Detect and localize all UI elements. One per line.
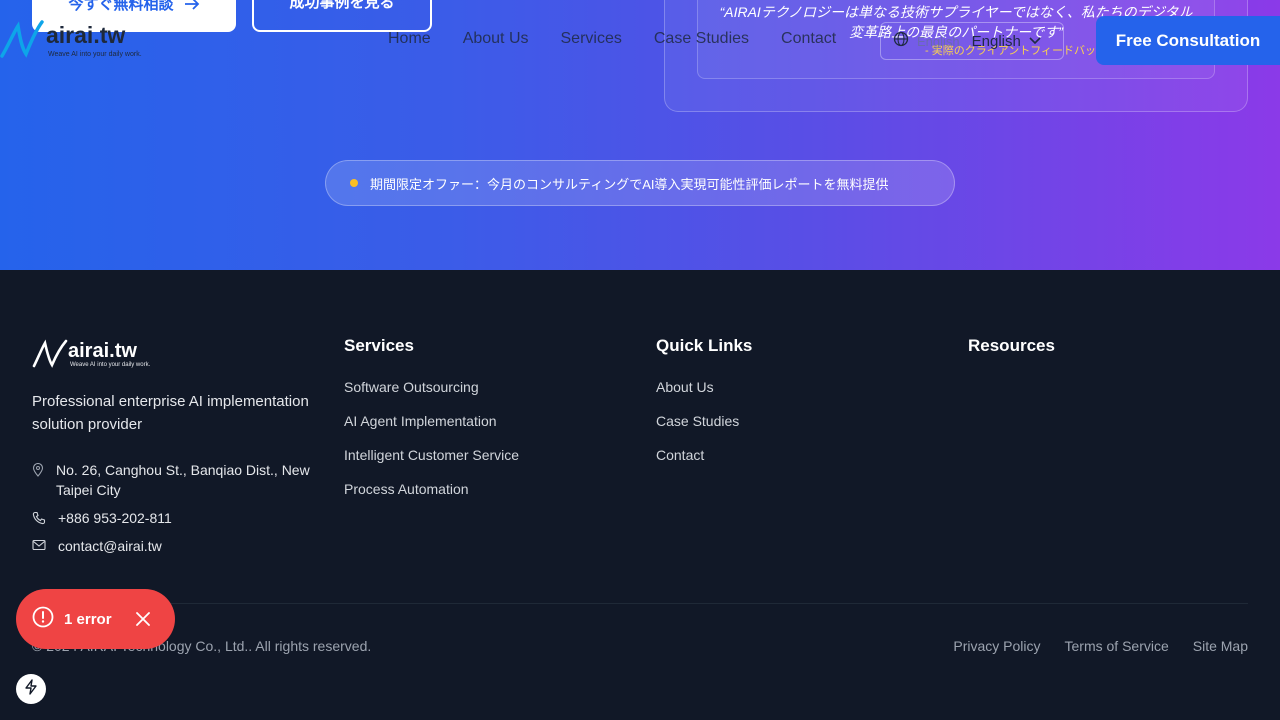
logo-tagline: Weave AI into your daily work.	[48, 51, 142, 58]
footer-email[interactable]: contact@airai.tw	[32, 536, 162, 556]
footer-logo-tagline: Weave AI into your daily work.	[70, 362, 151, 368]
limited-offer-banner: 期間限定オファー：今月のコンサルティングでAI導入実現可能性評価レポートを無料提…	[325, 160, 955, 206]
nav-home[interactable]: Home	[388, 30, 431, 48]
free-consultation-button[interactable]: Free Consultation	[1096, 16, 1280, 65]
chevron-down-icon	[1029, 32, 1041, 50]
terms-of-service-link[interactable]: Terms of Service	[1065, 638, 1169, 654]
footer-services-title: Services	[344, 336, 414, 355]
footer-logo-wordmark: airai.tw	[68, 340, 137, 362]
language-ghost-label: English	[917, 33, 960, 49]
offer-text: 期間限定オファー：今月のコンサルティングでAI導入実現可能性評価レポートを無料提…	[370, 176, 889, 192]
main-nav: Home About Us Services Case Studies Cont…	[388, 30, 836, 48]
map-pin-icon	[32, 460, 44, 482]
footer-phone[interactable]: +886 953-202-811	[32, 508, 172, 530]
arrow-right-icon	[184, 0, 200, 14]
nav-services[interactable]: Services	[561, 30, 622, 48]
devtools-toggle-button[interactable]	[16, 674, 46, 704]
lightning-icon	[24, 678, 38, 700]
globe-icon	[893, 31, 909, 52]
footer-address-text: No. 26, Canghou St., Banqiao Dist., New …	[56, 462, 310, 498]
footer-services-column: Services Software Outsourcing AI Agent I…	[344, 336, 519, 513]
alert-circle-icon	[32, 606, 54, 633]
nav-contact[interactable]: Contact	[781, 30, 836, 48]
nav-about-us[interactable]: About Us	[463, 30, 529, 48]
close-icon[interactable]	[135, 612, 150, 626]
footer-resources-column: Resources	[968, 336, 1055, 377]
footer-quick-links-column: Quick Links About Us Case Studies Contac…	[656, 336, 752, 479]
footer-link-case-studies[interactable]: Case Studies	[656, 411, 752, 445]
language-label: English	[971, 32, 1021, 50]
logo-mark-icon	[0, 20, 44, 58]
footer-link-contact[interactable]: Contact	[656, 445, 752, 479]
footer-logo-mark-icon	[32, 339, 68, 368]
footer-email-text: contact@airai.tw	[58, 538, 162, 554]
privacy-policy-link[interactable]: Privacy Policy	[953, 638, 1040, 654]
footer-description: Professional enterprise AI implementatio…	[32, 393, 309, 433]
footer-link-ai-agent[interactable]: AI Agent Implementation	[344, 411, 519, 445]
offer-dot-icon	[350, 179, 358, 187]
footer-quick-links-title: Quick Links	[656, 336, 753, 355]
error-count-label: 1 error	[64, 610, 112, 628]
phone-icon	[32, 508, 46, 530]
footer-address: No. 26, Canghou St., Banqiao Dist., New …	[32, 460, 322, 500]
footer-resources-title: Resources	[968, 336, 1055, 355]
legal-links: Privacy Policy Terms of Service Site Map	[953, 638, 1248, 654]
hero-primary-label: 今すぐ無料相談	[68, 0, 174, 13]
footer-link-customer-service[interactable]: Intelligent Customer Service	[344, 445, 519, 479]
logo-wordmark: airai.tw	[46, 22, 126, 48]
footer-link-process-automation[interactable]: Process Automation	[344, 479, 519, 513]
header-logo[interactable]: airai.tw Weave AI into your daily work.	[0, 18, 150, 62]
mail-icon	[32, 536, 46, 556]
footer-link-about-us[interactable]: About Us	[656, 377, 752, 411]
language-selector[interactable]: English English	[880, 22, 1064, 60]
hero-secondary-label: 成功事例を見る	[289, 0, 395, 11]
view-cases-hero-button[interactable]: 成功事例を見る	[252, 0, 432, 32]
error-indicator-button[interactable]: 1 error	[16, 589, 175, 649]
footer-phone-text: +886 953-202-811	[58, 510, 172, 526]
footer-divider	[32, 603, 1248, 604]
footer-link-software-outsourcing[interactable]: Software Outsourcing	[344, 377, 519, 411]
nav-case-studies[interactable]: Case Studies	[654, 30, 749, 48]
site-map-link[interactable]: Site Map	[1193, 638, 1248, 654]
footer-logo[interactable]: airai.tw Weave AI into your daily work.	[32, 338, 152, 372]
